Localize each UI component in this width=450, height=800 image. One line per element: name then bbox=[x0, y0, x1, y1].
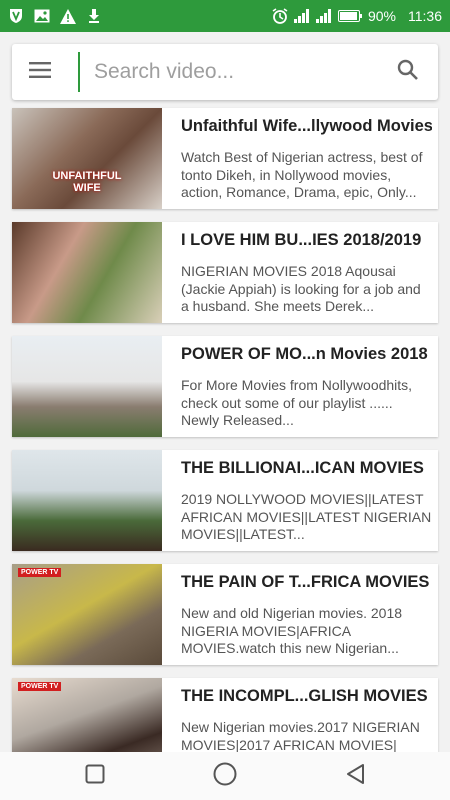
video-thumbnail bbox=[12, 450, 162, 551]
signal-icon bbox=[315, 8, 332, 24]
search-bar bbox=[12, 44, 438, 100]
home-icon bbox=[213, 762, 237, 791]
video-title: THE PAIN OF T...FRICA MOVIES bbox=[181, 573, 430, 591]
home-button[interactable] bbox=[201, 752, 249, 800]
search-icon bbox=[397, 59, 419, 86]
image-notification-icon bbox=[34, 8, 50, 24]
video-title: THE INCOMPL...GLISH MOVIES bbox=[181, 687, 428, 705]
battery-icon bbox=[337, 8, 362, 24]
video-description: For More Movies from Nollywoodhits, chec… bbox=[181, 377, 413, 428]
video-list: UNFAITHFUL WIFE Unfaithful Wife...llywoo… bbox=[12, 108, 438, 792]
search-input[interactable] bbox=[78, 52, 378, 92]
back-icon bbox=[345, 763, 365, 790]
channel-watermark: POWER TV bbox=[18, 682, 62, 691]
video-thumbnail bbox=[12, 222, 162, 323]
signal-icon bbox=[293, 8, 310, 24]
thumbnail-caption: UNFAITHFUL WIFE bbox=[52, 170, 122, 194]
system-nav-bar bbox=[0, 752, 450, 800]
video-card[interactable]: THE BILLIONAI...ICAN MOVIES 2019 NOLLYWO… bbox=[12, 450, 438, 551]
video-card[interactable]: POWER TV THE PAIN OF T...FRICA MOVIES Ne… bbox=[12, 564, 438, 665]
video-card[interactable]: I LOVE HIM BU...IES 2018/2019 NIGERIAN M… bbox=[12, 222, 438, 323]
recent-apps-button[interactable] bbox=[71, 752, 119, 800]
download-icon bbox=[86, 8, 102, 24]
video-description: NIGERIAN MOVIES 2018 Aqousai (Jackie App… bbox=[181, 263, 421, 314]
video-description: 2019 NOLLYWOOD MOVIES||LATEST AFRICAN MO… bbox=[181, 491, 432, 542]
alarm-icon bbox=[272, 8, 288, 24]
clock: 11:36 bbox=[408, 8, 442, 24]
video-title: Unfaithful Wife...llywood Movies bbox=[181, 117, 432, 135]
menu-button[interactable] bbox=[12, 44, 68, 100]
video-card[interactable]: POWER OF MO...n Movies 2018 For More Mov… bbox=[12, 336, 438, 437]
channel-watermark: POWER TV bbox=[18, 568, 62, 577]
video-description: Watch Best of Nigerian actress, best of … bbox=[181, 149, 423, 200]
video-title: I LOVE HIM BU...IES 2018/2019 bbox=[181, 231, 422, 249]
search-button[interactable] bbox=[378, 44, 438, 100]
back-button[interactable] bbox=[331, 752, 379, 800]
status-bar: 90% 11:36 bbox=[0, 0, 450, 32]
video-thumbnail bbox=[12, 336, 162, 437]
warning-icon bbox=[60, 8, 76, 24]
recent-apps-icon bbox=[85, 764, 105, 789]
video-thumbnail: POWER TV bbox=[12, 564, 162, 665]
video-card[interactable]: UNFAITHFUL WIFE Unfaithful Wife...llywoo… bbox=[12, 108, 438, 209]
video-title: POWER OF MO...n Movies 2018 bbox=[181, 345, 428, 363]
shield-app-icon bbox=[8, 8, 24, 24]
video-description: New and old Nigerian movies. 2018 NIGERI… bbox=[181, 605, 403, 656]
battery-percent: 90% bbox=[367, 8, 396, 24]
video-title: THE BILLIONAI...ICAN MOVIES bbox=[181, 459, 424, 477]
video-thumbnail: UNFAITHFUL WIFE bbox=[12, 108, 162, 209]
hamburger-menu-icon bbox=[29, 61, 51, 83]
